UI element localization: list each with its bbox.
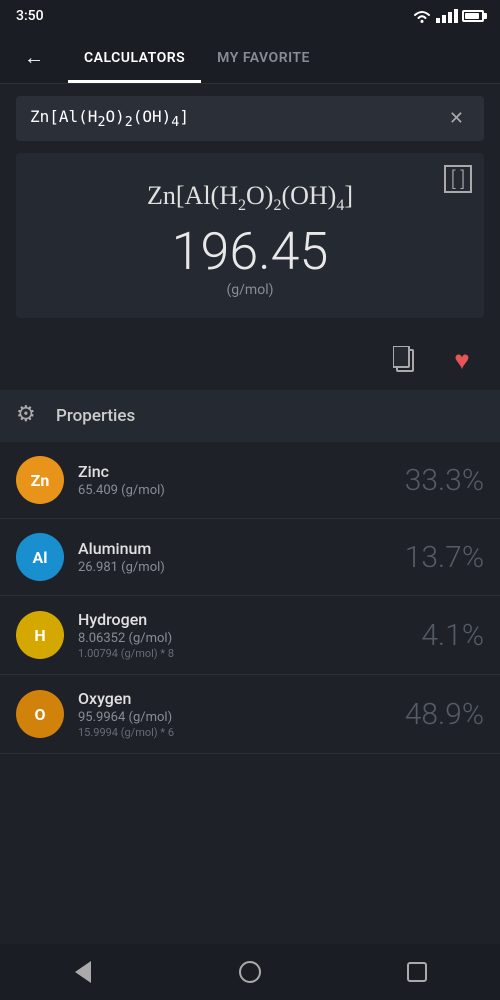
gear-icon: ⚙ [16,402,44,430]
expand-button[interactable]: [ ] [444,165,472,193]
element-info: Oxygen 95.9964 (g/mol) 15.9994 (g/mol) *… [64,689,405,739]
element-name: Zinc [78,462,405,481]
element-mass: 26.981 (g/mol) [78,560,405,575]
element-mass: 95.9964 (g/mol) [78,710,405,725]
status-bar: 3:50 [0,0,500,32]
search-clear-button[interactable]: ✕ [443,106,470,131]
battery-icon [462,10,484,22]
element-name: Aluminum [78,539,405,558]
formula-weight: 196.45 [32,223,468,280]
element-percent: 13.7% [405,540,484,575]
formula-unit: (g/mol) [32,282,468,298]
element-row[interactable]: H Hydrogen 8.06352 (g/mol) 1.00794 (g/mo… [0,596,500,675]
element-sub: 1.00794 (g/mol) * 8 [78,647,421,660]
favorite-button[interactable]: ♥ [440,338,484,382]
element-badge: O [16,690,64,738]
element-info: Aluminum 26.981 (g/mol) [64,539,405,575]
formula-card: [ ] Zn[Al(H2O)2(OH)4] 196.45 (g/mol) [16,153,484,318]
back-button[interactable]: ← [16,37,52,78]
bottom-nav [0,944,500,1000]
element-percent: 48.9% [405,697,484,732]
element-row[interactable]: Al Aluminum 26.981 (g/mol) 13.7% [0,519,500,596]
element-badge: Al [16,533,64,581]
element-row[interactable]: O Oxygen 95.9964 (g/mol) 15.9994 (g/mol)… [0,675,500,754]
wifi-icon [412,9,432,23]
elements-list: Zn Zinc 65.409 (g/mol) 33.3% Al Aluminum… [0,442,500,754]
element-percent: 33.3% [405,463,484,498]
nav-home-button[interactable] [220,952,280,992]
top-nav: ← CALCULATORS MY FAVORITE [0,32,500,84]
recent-square-icon [407,962,427,982]
properties-header: ⚙ Properties [0,390,500,442]
search-bar[interactable]: Zn[Al(H2O)2(OH)4] ✕ [16,96,484,141]
element-row[interactable]: Zn Zinc 65.409 (g/mol) 33.3% [0,442,500,519]
home-circle-icon [239,961,261,983]
formula-text: Zn[Al(H2O)2(OH)4] [32,181,468,215]
properties-title: Properties [56,406,135,426]
heart-icon: ♥ [454,345,469,376]
element-mass: 8.06352 (g/mol) [78,631,421,646]
element-info: Hydrogen 8.06352 (g/mol) 1.00794 (g/mol)… [64,610,421,660]
element-sub: 15.9994 (g/mol) * 6 [78,726,405,739]
nav-back-button[interactable] [53,952,113,992]
element-badge: Zn [16,456,64,504]
signal-icon [436,9,458,23]
element-badge: H [16,611,64,659]
tab-my-favorite[interactable]: MY FAVORITE [201,32,326,83]
search-input-value: Zn[Al(H2O)2(OH)4] [30,107,443,130]
copy-button[interactable] [384,338,428,382]
tab-calculators[interactable]: CALCULATORS [68,32,201,83]
element-percent: 4.1% [421,618,484,653]
copy-icon [393,346,419,374]
element-name: Oxygen [78,689,405,708]
status-icons [412,9,484,23]
action-buttons: ♥ [0,330,500,390]
element-info: Zinc 65.409 (g/mol) [64,462,405,498]
status-time: 3:50 [16,8,44,24]
element-name: Hydrogen [78,610,421,629]
nav-tabs: CALCULATORS MY FAVORITE [68,32,484,83]
nav-recent-button[interactable] [387,952,447,992]
back-triangle-icon [75,961,91,983]
element-mass: 65.409 (g/mol) [78,483,405,498]
formula-display: Zn[Al(H2O)2(OH)4] 196.45 (g/mol) [32,169,468,302]
